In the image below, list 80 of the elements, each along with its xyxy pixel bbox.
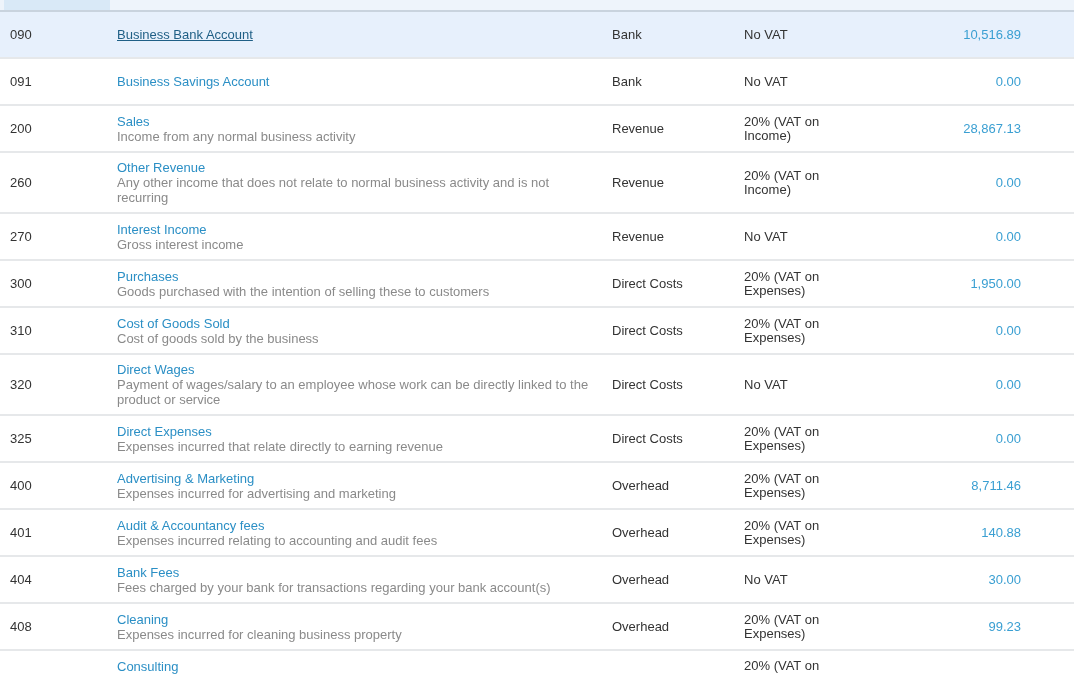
table-row[interactable]: 090 Business Bank Account Bank No VAT 10,516.89 [0,12,1074,59]
ytd-amount-link[interactable]: 0.00 [995,175,1021,190]
account-description: Cost of goods sold by the business [117,330,320,346]
ytd-amount-link[interactable]: 8,711.46 [971,478,1021,493]
account-description: Expenses incurred for cleaning business property [117,626,403,642]
ytd-amount-link[interactable]: 28,867.13 [963,121,1021,136]
tax-rate: 20% (VAT on Income) [744,168,821,197]
ytd-amount-link[interactable]: 140.88 [981,525,1021,540]
account-description: Expenses incurred for advertising and marketing [117,485,397,501]
account-code: 401 [10,525,33,540]
account-type: Direct Costs [612,276,684,291]
ytd-amount-link[interactable]: 0.00 [995,323,1021,338]
account-description: Expenses incurred relating to accounting and audit fees [117,532,439,548]
account-name-link[interactable]: Cost of Goods Sold [117,315,230,331]
account-name-link[interactable]: Sales [117,113,150,129]
ytd-amount-link[interactable]: 0.00 [995,229,1021,244]
account-code: 400 [10,478,33,493]
ytd-amount-link[interactable]: 10,516.89 [963,27,1021,42]
account-name-link[interactable]: Audit & Accountancy fees [117,517,265,533]
account-type: Overhead [612,478,671,493]
account-description: Gross interest income [117,236,245,252]
tax-rate: 20% (VAT on Expenses) [744,518,821,547]
ytd-amount-link[interactable]: 0.00 [995,377,1021,392]
account-name-link[interactable]: Consulting [117,659,179,674]
account-type: Revenue [612,121,666,136]
account-description: Any other income that does not relate to normal business activity and is not recurring [117,175,551,205]
account-description: Payment of wages/salary to an employee whose work can be directly linked to the product or service [117,377,590,407]
tax-rate: 20% (VAT on Expenses) [744,316,821,345]
tax-rate: 20% (VAT on Expenses) [744,424,821,453]
account-name-link[interactable]: Purchases [117,268,179,284]
ytd-amount-link[interactable]: 99.23 [988,619,1021,634]
account-code: 408 [10,619,33,634]
tax-rate: 20% (VAT on Income) [744,114,821,143]
tax-rate: No VAT [744,74,789,89]
account-name-link[interactable]: Business Savings Account [117,74,270,89]
tax-rate: 20% (VAT on Expenses) [744,471,821,500]
account-name-link[interactable]: Direct Expenses [117,423,212,439]
account-type: Overhead [612,619,671,634]
account-code: 404 [10,572,33,587]
tax-rate: No VAT [744,377,789,392]
account-type: Direct Costs [612,377,684,392]
account-name-link[interactable]: Cleaning [117,611,169,627]
account-description: Expenses incurred that relate directly to earning revenue [117,438,444,454]
account-code: 091 [10,74,33,89]
account-description: Goods purchased with the intention of selling these to customers [117,283,491,299]
ytd-amount-link[interactable]: 30.00 [988,572,1021,587]
account-type: Bank [612,74,643,89]
account-name-link[interactable]: Other Revenue [117,160,206,175]
account-name-link[interactable]: Bank Fees [117,564,180,580]
account-code: 200 [10,121,33,136]
tax-rate: 20% (VAT on Expenses) [744,612,821,641]
account-code: 310 [10,323,33,338]
tax-rate: No VAT [744,229,789,244]
account-code: 270 [10,229,33,244]
account-type: Overhead [612,572,671,587]
account-name-link[interactable]: Advertising & Marketing [117,470,255,486]
account-code: 325 [10,431,33,446]
account-type: Overhead [612,525,671,540]
account-name-link[interactable]: Interest Income [117,221,207,237]
account-type: Direct Costs [612,431,684,446]
account-description: Income from any normal business activity [117,128,357,144]
tax-rate: 20% (VAT on [744,659,821,673]
sorted-column-header[interactable] [4,0,110,10]
account-code: 300 [10,276,33,291]
ytd-amount-link[interactable]: 0.00 [995,74,1021,89]
account-code: 320 [10,377,33,392]
account-name-link[interactable]: Direct Wages [117,362,195,377]
ytd-amount-link[interactable]: 1,950.00 [970,276,1021,291]
account-type: Direct Costs [612,323,684,338]
account-type: Revenue [612,229,666,244]
ytd-amount-link[interactable]: 0.00 [995,431,1021,446]
account-type: Revenue [612,175,666,190]
account-name-link[interactable]: Business Bank Account [117,27,253,42]
tax-rate: No VAT [744,572,789,587]
account-code: 260 [10,175,33,190]
tax-rate: No VAT [744,27,789,42]
tax-rate: 20% (VAT on Expenses) [744,269,821,298]
account-code: 090 [10,27,33,42]
account-description: Fees charged by your bank for transactions regarding your bank account(s) [117,579,552,595]
account-type: Bank [612,27,643,42]
